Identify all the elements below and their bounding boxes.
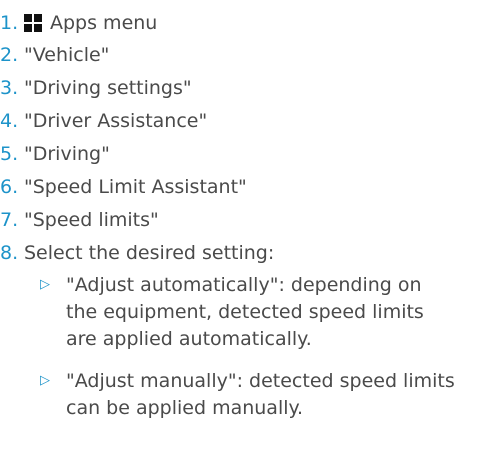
step-label: "Driving settings" <box>24 77 192 99</box>
step-text: Apps menu <box>24 10 157 36</box>
step-label: "Driver Assistance" <box>24 110 208 132</box>
option-line: can be applied manually. <box>66 397 304 419</box>
apps-menu-icon <box>24 14 42 32</box>
option-adjust-automatically: ▷ "Adjust automatically": depending on t… <box>40 272 485 356</box>
step-label: "Driving" <box>24 143 110 165</box>
option-adjust-manually: ▷ "Adjust manually": detected speed limi… <box>40 368 485 426</box>
step-label: Apps menu <box>50 12 158 34</box>
step-label: Select the desired setting: <box>24 242 275 264</box>
step-label: "Vehicle" <box>24 44 110 66</box>
triangle-bullet-icon: ▷ <box>40 277 50 292</box>
option-line: "Adjust manually": detected speed limits <box>66 370 455 392</box>
option-line: the equipment, detected speed limits <box>66 301 424 323</box>
step-label: "Speed limits" <box>24 209 159 231</box>
step-label: "Speed Limit Assistant" <box>24 176 247 198</box>
option-line: are applied automatically. <box>66 328 312 350</box>
triangle-bullet-icon: ▷ <box>40 373 50 388</box>
instruction-steps: 1. Apps menu 2. "Vehicle" 3. "Driving se… <box>0 0 493 455</box>
option-line: "Adjust automatically": depending on <box>66 274 422 296</box>
